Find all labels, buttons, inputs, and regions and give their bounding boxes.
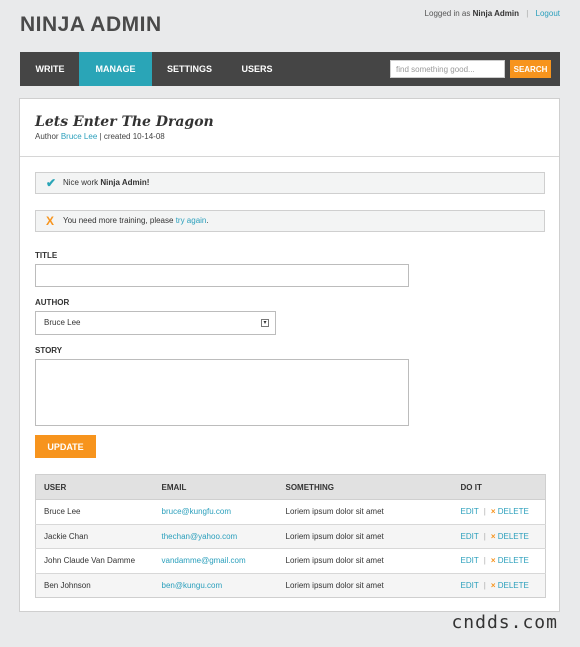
- delete-icon[interactable]: ×: [491, 532, 496, 541]
- delete-icon[interactable]: ×: [491, 556, 496, 565]
- delete-icon[interactable]: ×: [491, 507, 496, 516]
- check-icon: ✔: [46, 176, 57, 190]
- main-nav: WRITE MANAGE SETTINGS USERS SEARCH: [20, 52, 560, 86]
- delete-button[interactable]: DELETE: [498, 581, 529, 590]
- content-panel: Lets Enter The Dragon Author Bruce Lee |…: [19, 98, 560, 612]
- author-label: AUTHOR: [35, 298, 70, 307]
- title-field[interactable]: [35, 264, 409, 287]
- edit-button[interactable]: EDIT: [461, 507, 479, 516]
- story-field[interactable]: [35, 359, 409, 426]
- user-cell: Ben Johnson: [35, 572, 154, 598]
- column-header-email: EMAIL: [153, 474, 278, 500]
- edit-button[interactable]: EDIT: [461, 581, 479, 590]
- email-link[interactable]: bruce@kungfu.com: [153, 499, 278, 525]
- table-row: Jackie Chan thechan@yahoo.com Loriem ips…: [35, 523, 546, 549]
- action-separator: |: [483, 556, 486, 566]
- user-bar: Logged in as Ninja Admin | Logout: [425, 9, 560, 18]
- actions-cell: EDIT | × DELETE: [452, 499, 546, 525]
- column-header-something: SOMETHING: [277, 474, 453, 500]
- author-select[interactable]: Bruce Lee ▾: [35, 311, 276, 335]
- delete-button[interactable]: DELETE: [498, 556, 529, 565]
- title-label: TITLE: [35, 251, 58, 260]
- edit-button[interactable]: EDIT: [461, 556, 479, 565]
- created-date: | created 10-14-08: [99, 132, 165, 141]
- user-cell: John Claude Van Damme: [35, 548, 154, 574]
- author-prefix: Author: [35, 132, 59, 141]
- table-row: Ben Johnson ben@kungu.com Loriem ipsum d…: [35, 572, 546, 598]
- post-header: Lets Enter The Dragon Author Bruce Lee |…: [20, 99, 559, 157]
- delete-button[interactable]: DELETE: [498, 532, 529, 541]
- chevron-down-icon[interactable]: ▾: [261, 319, 269, 327]
- something-cell: Loriem ipsum dolor sit amet: [277, 572, 453, 598]
- watermark: cndds.com: [451, 612, 558, 633]
- nav-settings[interactable]: SETTINGS: [161, 52, 218, 86]
- author-link[interactable]: Bruce Lee: [61, 132, 97, 141]
- actions-cell: EDIT | × DELETE: [452, 572, 546, 598]
- email-link[interactable]: thechan@yahoo.com: [153, 523, 278, 549]
- column-header-do-it: DO IT: [452, 474, 546, 500]
- logged-in-username: Ninja Admin: [472, 9, 519, 18]
- error-text: You need more training, please try again…: [63, 216, 209, 225]
- action-separator: |: [483, 531, 486, 541]
- userbar-separator: |: [526, 9, 529, 18]
- users-table: USER EMAIL SOMETHING DO IT Bruce Lee bru…: [35, 474, 546, 599]
- nav-users[interactable]: USERS: [234, 52, 280, 86]
- email-link[interactable]: ben@kungu.com: [153, 572, 278, 598]
- nav-write[interactable]: WRITE: [20, 52, 80, 86]
- post-title: Lets Enter The Dragon: [35, 114, 214, 130]
- user-cell: Jackie Chan: [35, 523, 154, 549]
- actions-cell: EDIT | × DELETE: [452, 548, 546, 574]
- table-header-row: USER EMAIL SOMETHING DO IT: [35, 474, 546, 500]
- update-button[interactable]: UPDATE: [35, 435, 96, 458]
- story-label: STORY: [35, 346, 63, 355]
- user-cell: Bruce Lee: [35, 499, 154, 525]
- delete-icon[interactable]: ×: [491, 581, 496, 590]
- author-select-value: Bruce Lee: [44, 318, 81, 327]
- something-cell: Loriem ipsum dolor sit amet: [277, 548, 453, 574]
- action-separator: |: [483, 581, 486, 591]
- post-meta: Author Bruce Lee | created 10-14-08: [35, 132, 165, 141]
- try-again-link[interactable]: try again: [176, 216, 207, 225]
- search-input[interactable]: [390, 60, 505, 78]
- delete-button[interactable]: DELETE: [498, 507, 529, 516]
- error-message: X You need more training, please try aga…: [35, 210, 545, 232]
- logged-in-prefix: Logged in as: [424, 9, 471, 18]
- table-row: Bruce Lee bruce@kungfu.com Loriem ipsum …: [35, 499, 546, 525]
- action-separator: |: [483, 507, 486, 517]
- something-cell: Loriem ipsum dolor sit amet: [277, 499, 453, 525]
- table-row: John Claude Van Damme vandamme@gmail.com…: [35, 548, 546, 574]
- logout-link[interactable]: Logout: [536, 9, 560, 18]
- column-header-user: USER: [35, 474, 154, 500]
- search-button[interactable]: SEARCH: [510, 60, 551, 78]
- nav-manage[interactable]: MANAGE: [79, 52, 152, 86]
- success-message: ✔ Nice work Ninja Admin!: [35, 172, 545, 194]
- brand-title: NINJA ADMIN: [20, 13, 162, 36]
- something-cell: Loriem ipsum dolor sit amet: [277, 523, 453, 549]
- x-icon: X: [46, 214, 55, 228]
- edit-button[interactable]: EDIT: [461, 532, 479, 541]
- success-text: Nice work Ninja Admin!: [63, 178, 150, 187]
- email-link[interactable]: vandamme@gmail.com: [153, 548, 278, 574]
- actions-cell: EDIT | × DELETE: [452, 523, 546, 549]
